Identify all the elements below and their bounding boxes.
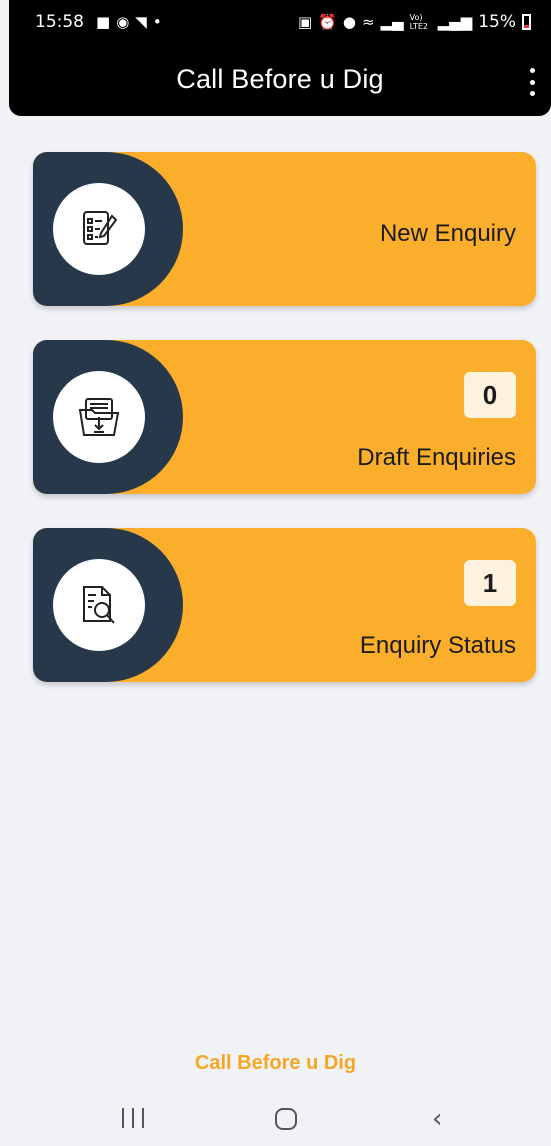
lock-icon: ▣: [297, 13, 313, 31]
alarm-icon: ⏰: [318, 13, 337, 31]
whatsapp-icon: ◉: [116, 13, 130, 31]
system-nav-bar: ‹: [0, 1094, 551, 1146]
footer-brand: Call Before u Dig: [194, 1052, 357, 1074]
chat-icon: ■: [96, 13, 111, 31]
recents-icon[interactable]: [122, 1108, 144, 1128]
wifi-icon: ≈: [361, 13, 375, 31]
signal-icon: ▂▄: [380, 13, 404, 31]
checklist-edit-icon: [53, 183, 145, 275]
folder-download-icon: [53, 371, 145, 463]
status-count-badge: 1: [464, 560, 516, 606]
enquiry-status-card[interactable]: 1 Enquiry Status: [33, 528, 536, 682]
page-title: Call Before u Dig: [176, 64, 384, 94]
location-icon: ●: [342, 13, 356, 31]
cast-icon: ◥: [135, 13, 147, 31]
app-bar: 15:58 ■ ◉ ◥ • ▣ ⏰ ● ≈ ▂▄ Vo) LTE2 ▂▄▆ 15…: [9, 0, 551, 116]
home-icon[interactable]: [275, 1108, 297, 1130]
new-enquiry-card[interactable]: New Enquiry: [33, 152, 536, 306]
more-vert-icon[interactable]: [525, 68, 539, 96]
card-label: Enquiry Status: [359, 632, 516, 659]
status-bar: 15:58 ■ ◉ ◥ • ▣ ⏰ ● ≈ ▂▄ Vo) LTE2 ▂▄▆ 15…: [9, 10, 551, 40]
dot-icon: •: [152, 13, 162, 31]
status-time: 15:58: [35, 12, 84, 32]
document-search-icon: [53, 559, 145, 651]
volte-icon: Vo) LTE2: [409, 13, 428, 31]
battery-icon: [522, 14, 531, 30]
status-right-icons: ▣ ⏰ ● ≈ ▂▄ Vo) LTE2 ▂▄▆ 15%: [298, 12, 531, 32]
card-label: New Enquiry: [379, 220, 516, 247]
card-label: Draft Enquiries: [357, 444, 516, 471]
draft-count-badge: 0: [464, 372, 516, 418]
status-left-icons: ■ ◉ ◥ •: [96, 12, 162, 32]
battery-percent: 15%: [478, 12, 516, 32]
draft-enquiries-card[interactable]: 0 Draft Enquiries: [33, 340, 536, 494]
back-icon[interactable]: ‹: [432, 1104, 442, 1134]
signal-icon: ▂▄▆: [437, 13, 473, 31]
